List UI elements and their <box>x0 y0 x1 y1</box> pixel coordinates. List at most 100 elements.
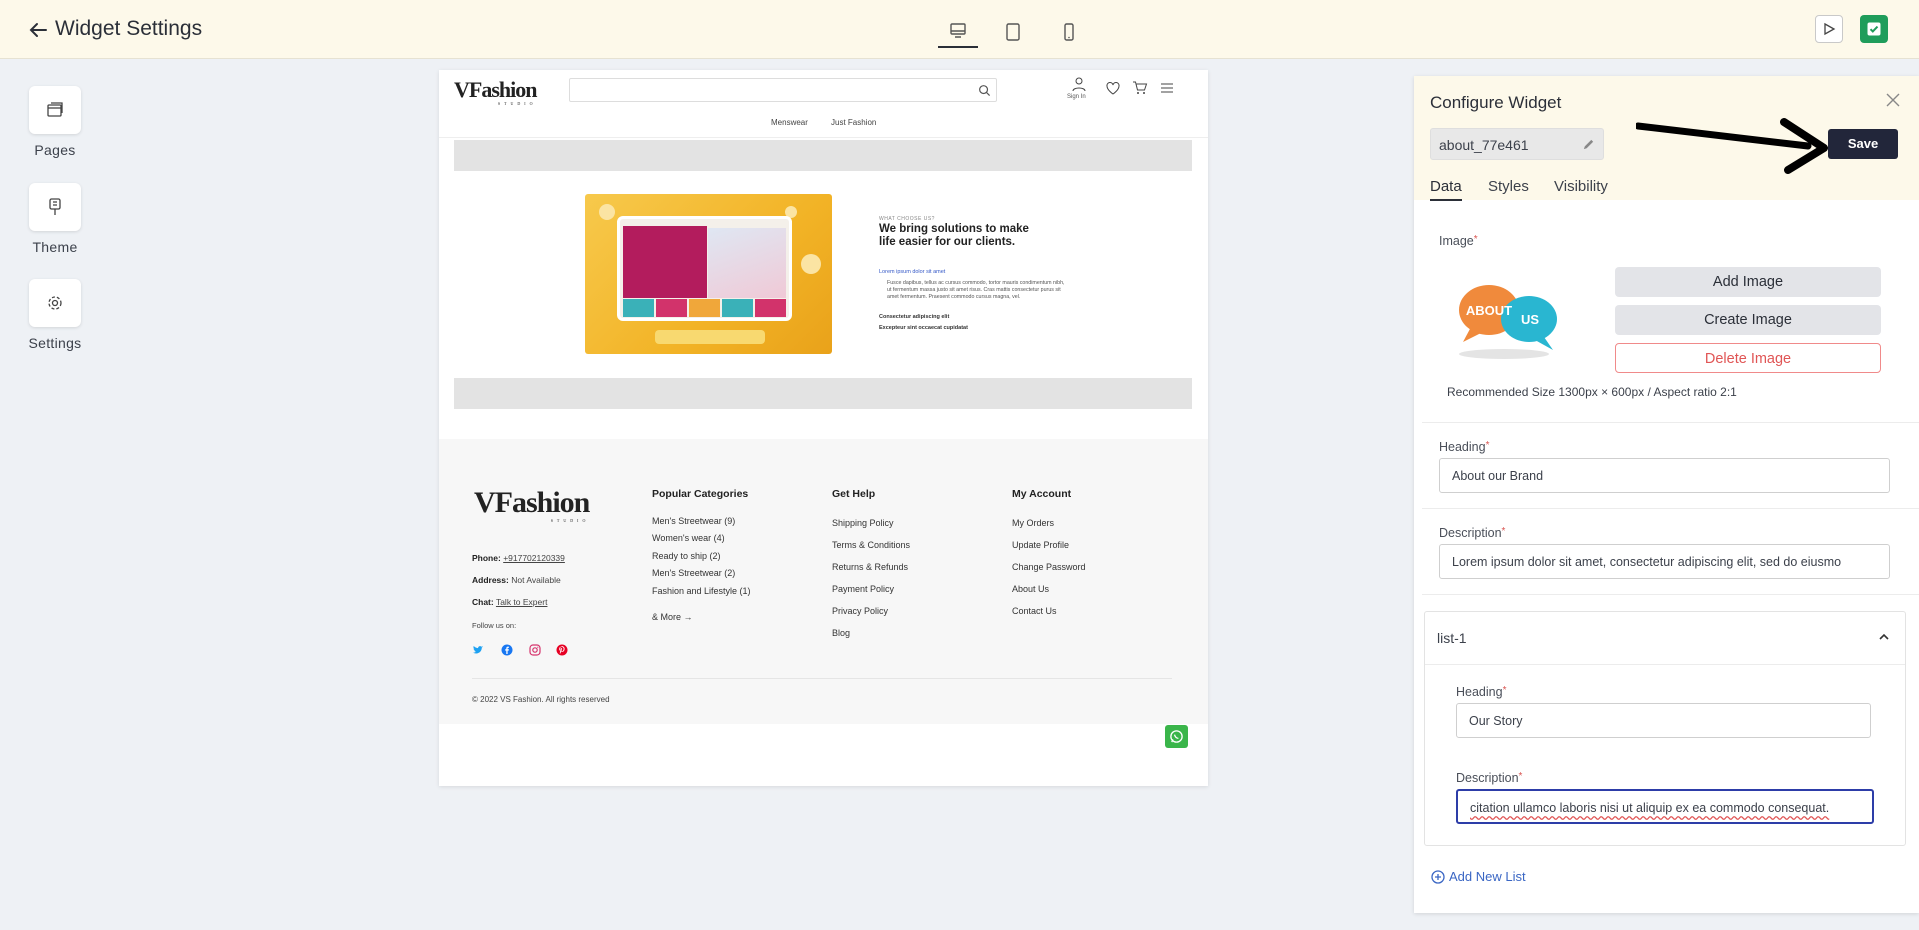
footer-col2-link[interactable]: Blog <box>832 628 850 638</box>
heading-label: Heading* <box>1439 440 1489 454</box>
tab-styles[interactable]: Styles <box>1488 178 1529 195</box>
footer-col1-link[interactable]: Ready to ship (2) <box>652 551 721 561</box>
chevron-up-icon[interactable] <box>1877 630 1891 644</box>
footer-col3-link[interactable]: My Orders <box>1012 518 1054 528</box>
footer-address-label: Address: <box>472 575 509 585</box>
instagram-icon[interactable] <box>529 644 541 656</box>
top-bar: Widget Settings <box>0 0 1919 59</box>
list-description-label: Description* <box>1456 771 1522 785</box>
mobile-view-button[interactable] <box>1049 16 1089 48</box>
about-list-item-2: Consectetur adipiscing elit <box>879 314 950 320</box>
footer-more-link[interactable]: & More → <box>652 612 693 622</box>
user-icon[interactable] <box>1071 76 1087 92</box>
signin-label[interactable]: Sign In <box>1067 94 1086 100</box>
footer-col1-link[interactable]: Fashion and Lifestyle (1) <box>652 586 751 596</box>
required-mark: * <box>1485 440 1490 451</box>
about-us-image-thumbnail: ABOUT US <box>1459 285 1557 359</box>
about-list-item-1: Lorem ipsum dolor sit amet <box>879 269 946 275</box>
footer-logo-text: VFashion <box>474 486 590 519</box>
widget-preview-canvas[interactable]: VFashion STUDIO Sign In Menswear Just Fa… <box>439 70 1208 786</box>
cart-icon[interactable] <box>1132 80 1148 96</box>
facebook-icon[interactable] <box>501 644 513 656</box>
tablet-view-button[interactable] <box>993 16 1033 48</box>
tab-data[interactable]: Data <box>1430 178 1462 201</box>
tab-visibility[interactable]: Visibility <box>1554 178 1608 195</box>
add-circle-icon <box>1431 869 1445 884</box>
widget-id-value: about_77e461 <box>1439 137 1529 153</box>
twitter-icon[interactable] <box>472 644 484 656</box>
widget-id-field[interactable]: about_77e461 <box>1430 128 1604 160</box>
thumb-text-us: US <box>1521 312 1539 327</box>
back-arrow-icon[interactable] <box>26 18 50 42</box>
footer-col2-link[interactable]: Terms & Conditions <box>832 540 910 550</box>
footer-col2-link[interactable]: Shipping Policy <box>832 518 894 528</box>
site-logo-text: VFashion <box>454 77 537 102</box>
thumb-text-about: ABOUT <box>1466 303 1512 318</box>
arrow-right-icon: → <box>683 612 693 622</box>
footer-phone-value[interactable]: +917702120339 <box>503 553 565 563</box>
footer-col2-link[interactable]: Privacy Policy <box>832 606 888 616</box>
footer-more-label: & More <box>652 612 682 622</box>
footer-col2-link[interactable]: Returns & Refunds <box>832 562 908 572</box>
rail-pages[interactable]: Pages <box>24 86 86 158</box>
save-button[interactable]: Save <box>1828 129 1898 159</box>
close-icon[interactable] <box>1885 92 1901 108</box>
list-description-input[interactable]: citation ullamco laboris nisi ut aliquip… <box>1456 789 1874 824</box>
whatsapp-icon <box>1170 730 1183 743</box>
site-logo[interactable]: VFashion STUDIO <box>454 77 537 106</box>
footer-col2-link[interactable]: Payment Policy <box>832 584 894 594</box>
preview-button[interactable] <box>1815 15 1843 43</box>
about-paragraph: Fusce dapibus, tellus ac cursus commodo,… <box>887 280 1065 300</box>
menu-icon[interactable] <box>1159 80 1175 96</box>
list-heading-input[interactable]: Our Story <box>1456 703 1871 738</box>
check-icon <box>1867 22 1881 36</box>
heart-icon[interactable] <box>1105 80 1121 96</box>
footer-logo[interactable]: VFashion STUDIO <box>474 486 590 523</box>
whatsapp-button[interactable] <box>1165 725 1188 748</box>
pinterest-icon[interactable] <box>556 644 568 656</box>
about-heading: We bring solutions to make life easier f… <box>879 223 1029 248</box>
nav-just-fashion[interactable]: Just Fashion <box>831 118 876 127</box>
footer-col3-link[interactable]: Contact Us <box>1012 606 1057 616</box>
play-icon <box>1824 22 1836 36</box>
desktop-view-button[interactable] <box>938 16 978 48</box>
pages-icon <box>47 102 63 117</box>
decor-ball <box>599 204 615 220</box>
required-mark: * <box>1501 526 1506 537</box>
rail-settings[interactable]: Settings <box>24 279 86 351</box>
description-label: Description* <box>1439 526 1505 540</box>
footer-col3-link[interactable]: About Us <box>1012 584 1049 594</box>
footer-col1-link[interactable]: Men's Streetwear (2) <box>652 568 735 578</box>
footer-col3-link[interactable]: Update Profile <box>1012 540 1069 550</box>
footer-col3-link[interactable]: Change Password <box>1012 562 1086 572</box>
about-list-item-3: Excepteur sint occaecat cupidatat <box>879 325 968 331</box>
description-input[interactable]: Lorem ipsum dolor sit amet, consectetur … <box>1439 544 1890 579</box>
pencil-icon[interactable] <box>1582 138 1595 151</box>
publish-button[interactable] <box>1860 15 1888 43</box>
footer-chat-value[interactable]: Talk to Expert <box>496 597 548 607</box>
footer-col3-title: My Account <box>1012 488 1072 500</box>
add-new-list-link[interactable]: Add New List <box>1431 869 1526 884</box>
list-description-label-text: Description <box>1456 771 1519 785</box>
monitor-panel-blossom <box>708 228 786 298</box>
theme-icon <box>49 198 61 215</box>
keyboard <box>655 330 765 344</box>
site-header: VFashion STUDIO Sign In Menswear Just Fa… <box>439 70 1208 138</box>
search-icon <box>979 85 991 97</box>
section-divider <box>1422 508 1919 509</box>
create-image-button[interactable]: Create Image <box>1615 305 1881 335</box>
footer-col1-link[interactable]: Women's wear (4) <box>652 533 725 543</box>
nav-menswear[interactable]: Menswear <box>771 118 808 127</box>
delete-image-button[interactable]: Delete Image <box>1615 343 1881 373</box>
footer-col1-link[interactable]: Men's Streetwear (9) <box>652 516 735 526</box>
heading-input[interactable]: About our Brand <box>1439 458 1890 493</box>
monitor-tiles <box>623 299 786 317</box>
list-divider <box>1425 664 1905 665</box>
add-image-button[interactable]: Add Image <box>1615 267 1881 297</box>
description-label-text: Description <box>1439 526 1502 540</box>
rail-theme-box <box>29 183 81 231</box>
list-heading-label-text: Heading <box>1456 685 1503 699</box>
rail-theme[interactable]: Theme <box>24 183 86 255</box>
image-size-note: Recommended Size 1300px × 600px / Aspect… <box>1447 385 1737 399</box>
site-search-input[interactable] <box>569 78 997 102</box>
